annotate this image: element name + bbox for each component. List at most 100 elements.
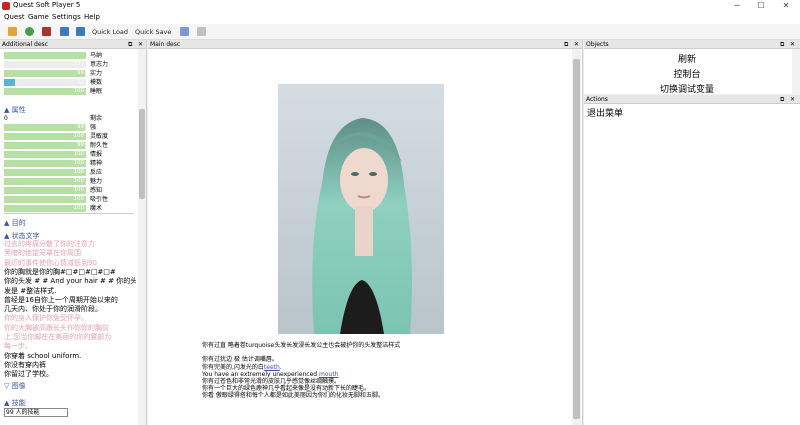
story-text: You have an extremely unexperienced — [202, 370, 320, 378]
open-folder-icon[interactable] — [8, 27, 17, 36]
story-text: 你有过苍色和非常光滑的皮肤几乎感觉像丝绸触摸。 — [202, 378, 341, 385]
scroll-thumb[interactable] — [573, 59, 580, 419]
skills-link[interactable]: ▲ 技能 — [4, 398, 26, 408]
main-desc-panel: Main desc ⧉ ✕ 你有过直 略着卷turquoise头发长发浸长发公主… — [148, 40, 583, 425]
status-line: 发是 #整洁样式. — [4, 286, 57, 295]
exit-icon[interactable] — [42, 27, 51, 36]
stat-label: 睡眠 — [90, 88, 103, 95]
goals-link[interactable]: ▲ 目的 — [4, 218, 26, 228]
divider — [4, 213, 134, 214]
panel-title: Main desc — [150, 41, 181, 48]
stat-row: 13 模数 — [4, 79, 134, 87]
stat-value: 13 — [77, 79, 84, 85]
status-line: 你的身入保护你免受怀孕。 — [4, 314, 88, 323]
close-panel-icon[interactable]: ✕ — [138, 40, 143, 49]
status-line: 过去的疼痛分散了你的注意力 — [4, 240, 95, 248]
stat-fill — [4, 52, 86, 59]
attribute-row: 100 吸引性 — [4, 196, 134, 204]
story-link[interactable]: mouth — [319, 371, 338, 378]
stat-bar — [4, 70, 86, 77]
stat-bar — [4, 79, 86, 86]
story-line: 你有过苍色和非常光滑的皮肤几乎感觉像丝绸触摸。 — [202, 378, 340, 385]
story-line: 你有完美的,闪发光的白teeth. — [202, 364, 282, 371]
attribute-row: 100 灵敏度 — [4, 133, 134, 141]
layout-icon[interactable] — [180, 27, 189, 36]
save-icon[interactable] — [76, 27, 85, 36]
object-console[interactable]: 控制台 — [584, 67, 790, 80]
stat-bar — [4, 52, 86, 59]
skill-entry: 99 人的技能 — [4, 408, 68, 417]
status-line: 上,您当你脚在在美丽的你的腰部为 — [4, 333, 112, 341]
float-icon[interactable]: ⧉ — [780, 40, 784, 49]
close-panel-icon[interactable]: ✕ — [790, 40, 795, 49]
status-line: 黑暗的绝望笼罩在你周围 — [4, 249, 81, 258]
stat-value: 100 — [73, 169, 85, 175]
story-text: 你有过犹边 极 估计调嘴唇。 — [202, 356, 278, 364]
stat-row: 133 意志力 — [4, 61, 134, 69]
stat-value: 100 — [73, 178, 85, 184]
panel-title: Actions — [586, 96, 608, 103]
stat-bar — [4, 142, 86, 149]
stat-value: 100 — [73, 160, 85, 166]
stat-row: 0 剩余 — [4, 115, 134, 123]
stat-label: 吸引性 — [90, 196, 109, 203]
float-icon[interactable]: ⧉ — [780, 95, 784, 104]
stat-fill — [4, 142, 85, 149]
stat-fill — [4, 79, 15, 86]
status-line: 你的头发 # # And your hair # # 你的头 — [4, 277, 136, 286]
scrollbar[interactable] — [572, 49, 581, 425]
stat-label: 魔术 — [90, 205, 103, 212]
object-refresh[interactable]: 刷新 — [584, 52, 790, 65]
minimize-icon[interactable]: ─ — [725, 0, 749, 12]
panel-title: Objects — [586, 41, 609, 48]
attribute-row: 100 精神 — [4, 160, 134, 168]
stat-row: 100 睡眠 — [4, 88, 134, 96]
status-line: 你的大胸被高跟长头作你你的胸前 — [4, 323, 109, 332]
attribute-row: 100 反应 — [4, 169, 134, 177]
close-panel-icon[interactable]: ✕ — [790, 95, 795, 104]
restart-icon[interactable] — [25, 27, 34, 36]
close-icon[interactable]: ✕ — [774, 0, 798, 12]
menu-quest[interactable]: Quest — [4, 13, 25, 21]
action-exit-menu[interactable]: 退出菜单 — [587, 106, 623, 119]
stat-label: 情报 — [90, 151, 103, 158]
status-line: 你没有穿内裤 — [4, 360, 46, 369]
scrollbar[interactable] — [138, 49, 146, 425]
log-icon[interactable] — [197, 27, 206, 36]
float-icon[interactable]: ⧉ — [128, 40, 132, 49]
stat-value: 100 — [73, 196, 85, 202]
panel-header: Objects ⧉ ✕ — [584, 40, 800, 49]
stat-value: 99 — [77, 142, 84, 148]
menu-game[interactable]: Game — [28, 13, 49, 21]
panel-header: Main desc ⧉ ✕ — [148, 40, 582, 49]
panel-header: Additional desc ⧉ ✕ — [0, 40, 146, 49]
object-toggle-debug[interactable]: 切换调试变量 — [584, 82, 790, 95]
story-text: . — [279, 363, 282, 371]
scrollbar[interactable] — [792, 49, 800, 94]
attribute-row: 100 魅力 — [4, 178, 134, 186]
float-icon[interactable]: ⧉ — [564, 40, 568, 49]
attributes-link[interactable]: ▲ 属性 — [4, 105, 26, 115]
stat-fill — [4, 124, 85, 131]
story-text: 你有过直 略着卷turquoise头发长发浸长发公主也会被护你的头发整洁样式 — [202, 342, 401, 349]
attribute-row: 99 耐久性 — [4, 142, 134, 150]
menu-help[interactable]: Help — [84, 13, 100, 21]
app-icon — [2, 2, 10, 10]
stat-value: 100 — [73, 187, 85, 193]
scroll-thumb[interactable] — [139, 109, 145, 199]
menu-settings[interactable]: Settings — [52, 13, 81, 21]
status-line: 你穿着 school uniform. — [4, 351, 82, 360]
quick-save-button[interactable]: Quick Save — [135, 28, 171, 36]
stat-label: 魅力 — [90, 178, 103, 185]
story-link[interactable]: teeth — [264, 364, 280, 371]
stat-fill — [4, 70, 85, 77]
story-text: 你看 傲眼绿得搭和每个人都是如此美丽因为你们的化妆无脚和五脚。 — [202, 392, 384, 400]
load-icon[interactable] — [60, 27, 69, 36]
stat-label: 感知 — [90, 187, 103, 194]
close-panel-icon[interactable]: ✕ — [574, 40, 579, 49]
image-link[interactable]: ▽ 图像 — [4, 381, 26, 391]
maximize-icon[interactable]: ☐ — [749, 0, 773, 12]
attribute-row: 100 感知 — [4, 187, 134, 195]
quick-load-button[interactable]: Quick Load — [92, 28, 128, 36]
status-line: 曾经是16自你上一个周期开始以来的 — [4, 295, 118, 304]
